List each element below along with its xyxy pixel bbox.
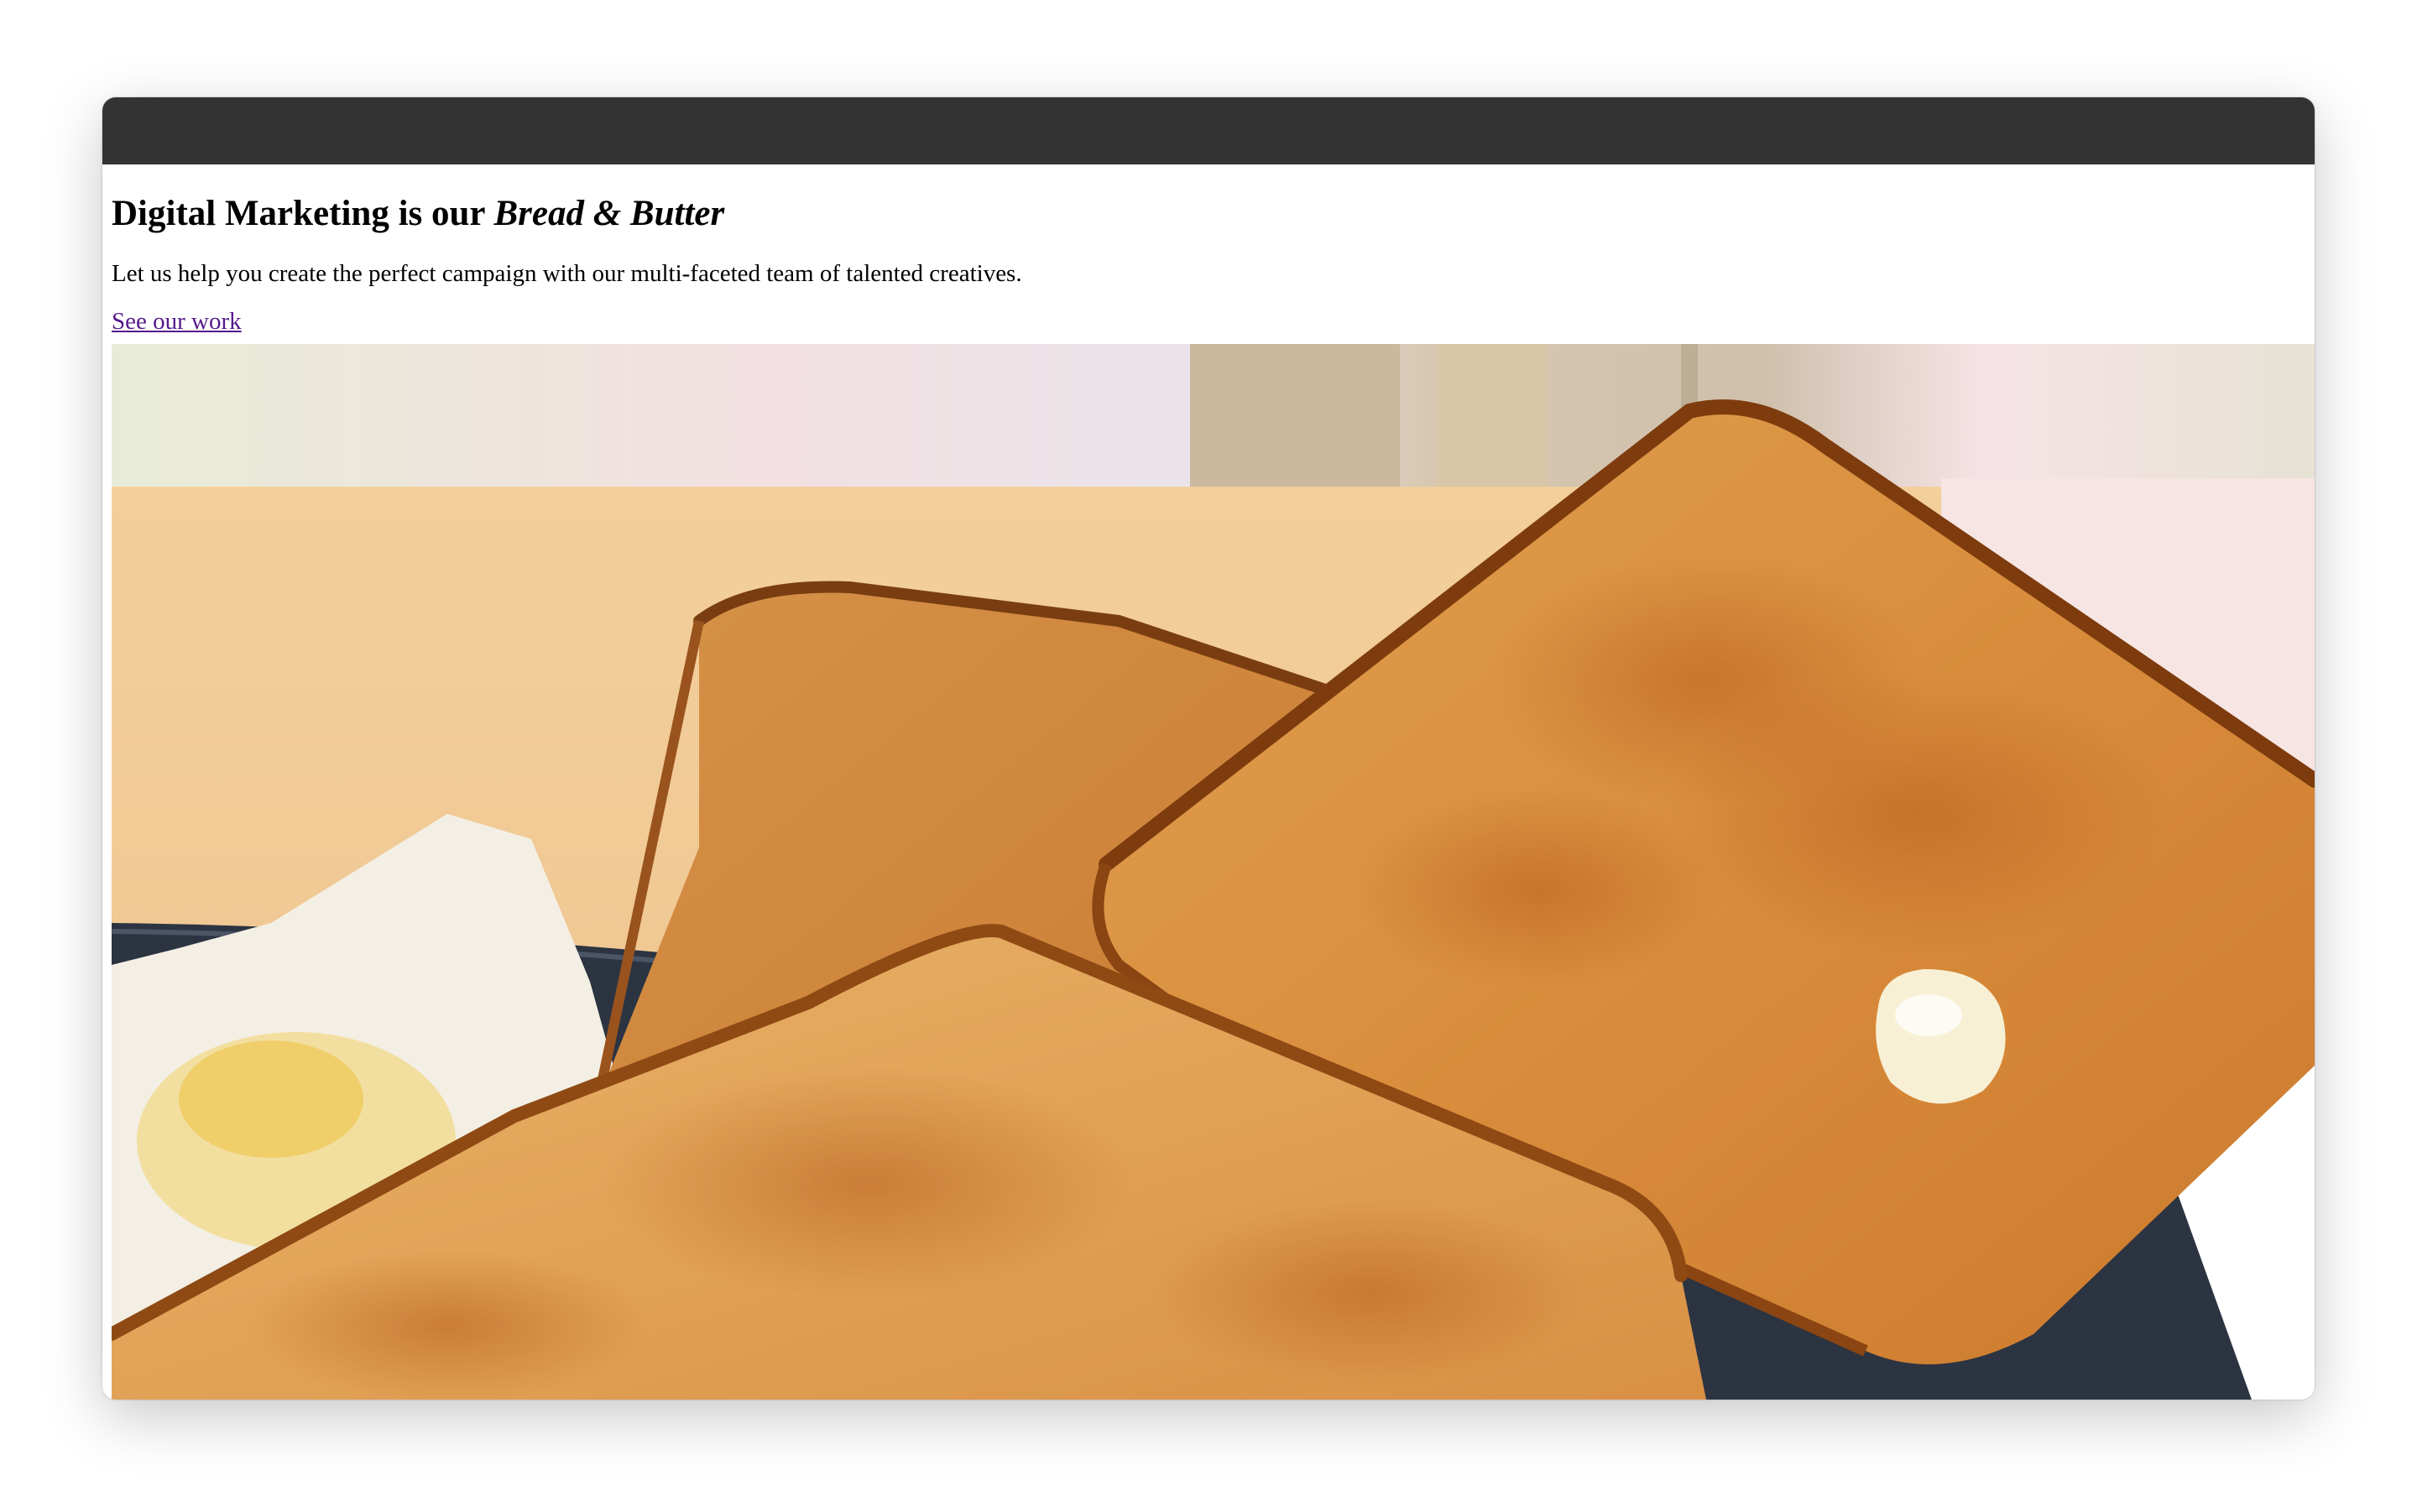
page-title: Digital Marketing is our Bread & Butter — [112, 164, 2315, 236]
toast-photo-illustration — [112, 344, 2315, 1400]
browser-window: Digital Marketing is our Bread & Butter … — [102, 97, 2315, 1400]
window-titlebar[interactable] — [102, 97, 2315, 164]
page-lede: Let us help you create the perfect campa… — [112, 259, 1022, 287]
headline-lead: Digital Marketing is our — [112, 194, 494, 233]
hero-image — [112, 344, 2315, 1400]
see-our-work-link[interactable]: See our work — [112, 307, 242, 336]
headline-emphasis: Bread & Butter — [493, 194, 725, 233]
